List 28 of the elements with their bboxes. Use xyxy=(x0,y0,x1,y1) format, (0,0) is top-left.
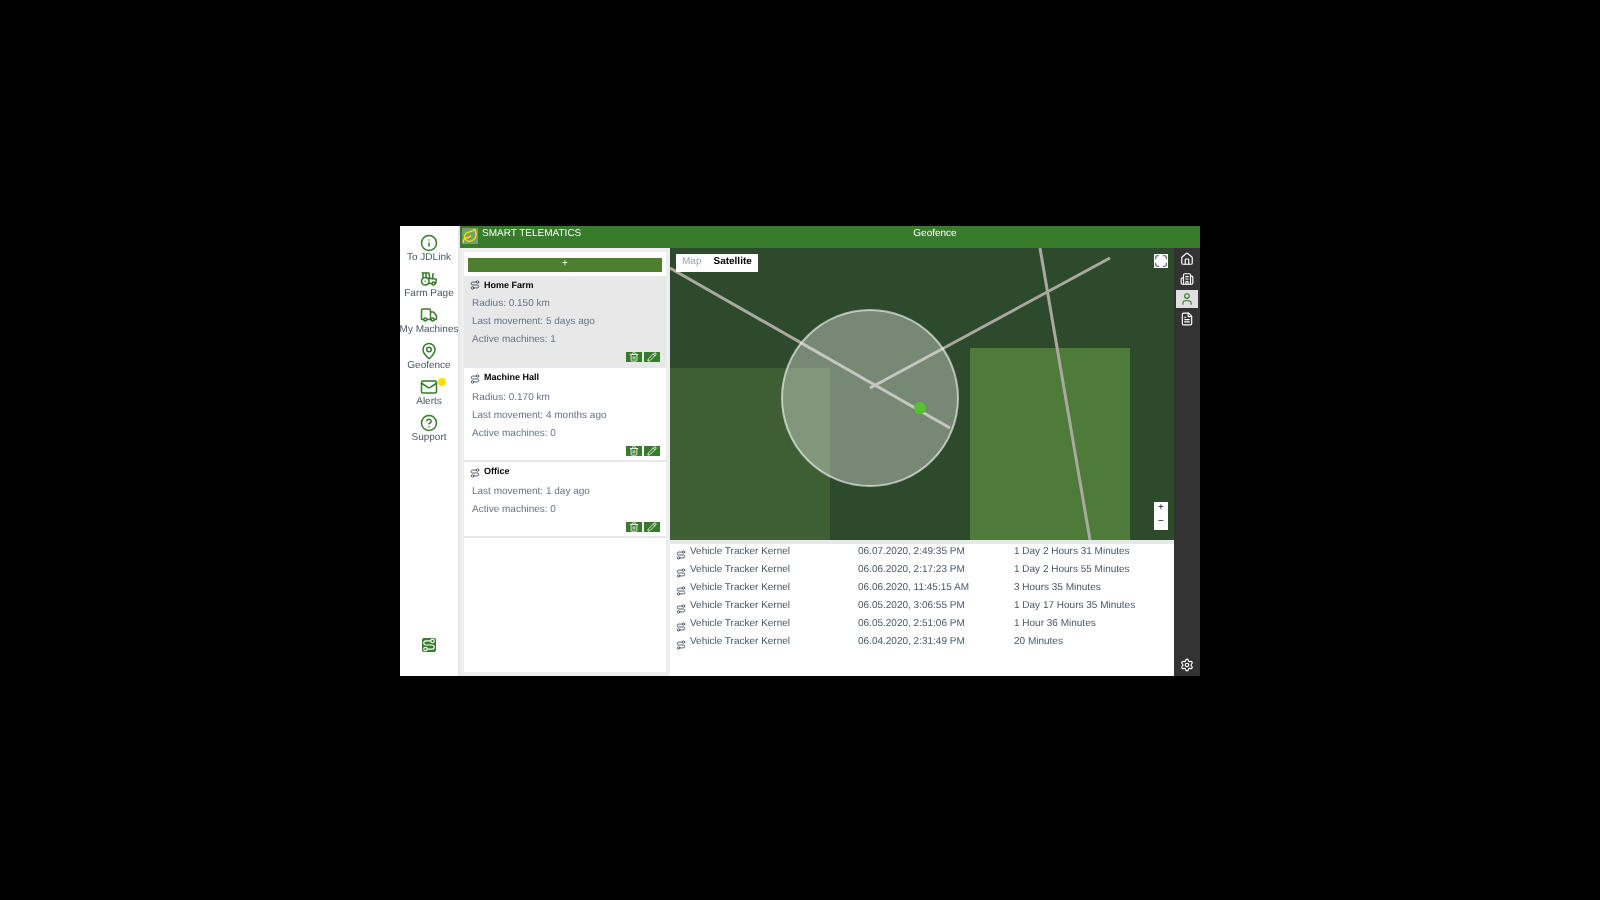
info-icon xyxy=(420,233,438,251)
settings-icon[interactable] xyxy=(1180,657,1194,671)
document-icon[interactable] xyxy=(1176,309,1198,327)
route-icon xyxy=(676,639,686,649)
mail-icon xyxy=(420,377,438,395)
truck-icon xyxy=(420,305,438,323)
leaf-logo-icon xyxy=(462,228,478,244)
route-icon xyxy=(676,549,686,559)
route-icon xyxy=(470,374,480,385)
route-icon xyxy=(676,603,686,613)
delete-icon[interactable] xyxy=(626,352,642,363)
edit-icon[interactable] xyxy=(644,521,660,532)
route-icon[interactable] xyxy=(422,637,436,651)
help-icon xyxy=(420,413,438,431)
route-icon xyxy=(676,621,686,631)
edit-icon[interactable] xyxy=(644,446,660,456)
pin-icon xyxy=(420,341,438,359)
person-icon[interactable] xyxy=(1176,289,1198,307)
building-icon[interactable] xyxy=(1176,269,1198,287)
route-icon xyxy=(676,585,686,595)
edit-icon[interactable] xyxy=(644,352,660,363)
route-icon xyxy=(676,567,686,577)
delete-icon[interactable] xyxy=(626,446,642,456)
route-icon xyxy=(470,280,480,291)
tractor-icon xyxy=(420,269,438,287)
delete-icon[interactable] xyxy=(626,521,642,532)
home-icon[interactable] xyxy=(1176,249,1198,267)
route-icon xyxy=(470,467,480,478)
